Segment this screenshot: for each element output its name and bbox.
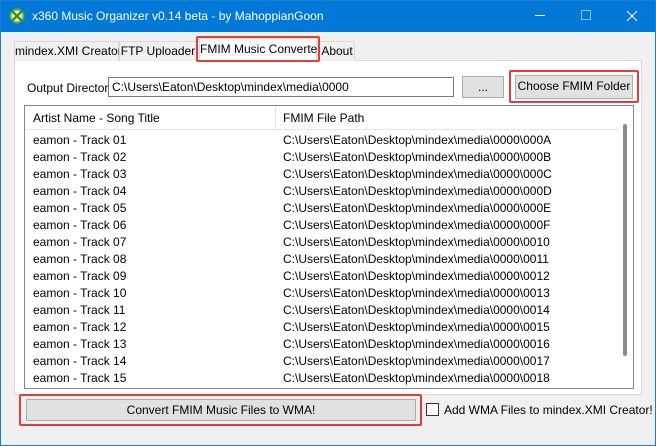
row-song-name: eamon - Track 03: [33, 167, 127, 181]
row-song-name: eamon - Track 10: [33, 286, 127, 300]
tab-ftp-uploader[interactable]: FTP Uploader: [119, 41, 197, 61]
add-wma-checkbox[interactable]: [426, 403, 439, 416]
output-directory-label: Output Directory:: [27, 81, 118, 95]
list-row[interactable]: eamon - Track 12 C:\Users\Eaton\Desktop\m…: [25, 319, 619, 336]
scrollbar-thumb[interactable]: [623, 124, 627, 356]
row-file-path: C:\Users\Eaton\Desktop\mindex\media\0000…: [283, 371, 550, 385]
tab-mindex-xmi-creator[interactable]: mindex.XMI Creator: [14, 41, 122, 61]
row-file-path: C:\Users\Eaton\Desktop\mindex\media\0000…: [283, 269, 550, 283]
add-wma-checkbox-label[interactable]: Add WMA Files to mindex.XMI Creator!: [444, 403, 653, 417]
list-row[interactable]: eamon - Track 01 C:\Users\Eaton\Desktop\m…: [25, 132, 619, 149]
column-header-artist-song[interactable]: Artist Name - Song Title: [33, 106, 160, 130]
list-row[interactable]: eamon - Track 07 C:\Users\Eaton\Desktop\m…: [25, 234, 619, 251]
row-file-path: C:\Users\Eaton\Desktop\mindex\media\0000…: [283, 354, 550, 368]
row-song-name: eamon - Track 06: [33, 218, 127, 232]
highlight-box-choose: [509, 70, 639, 103]
row-song-name: eamon - Track 08: [33, 252, 127, 266]
row-file-path: C:\Users\Eaton\Desktop\mindex\media\0000…: [283, 286, 550, 300]
row-song-name: eamon - Track 15: [33, 371, 127, 385]
list-row[interactable]: eamon - Track 11 C:\Users\Eaton\Desktop\m…: [25, 302, 619, 319]
row-file-path: C:\Users\Eaton\Desktop\mindex\media\0000…: [283, 167, 552, 181]
row-file-path: C:\Users\Eaton\Desktop\mindex\media\0000…: [283, 218, 551, 232]
window-title: x360 Music Organizer v0.14 beta - by Mah…: [32, 9, 324, 23]
highlight-box-convert: [19, 394, 422, 426]
row-file-path: C:\Users\Eaton\Desktop\mindex\media\0000…: [283, 235, 550, 249]
fmim-file-list[interactable]: Artist Name - Song Title FMIM File Path …: [24, 105, 634, 389]
list-row[interactable]: eamon - Track 09 C:\Users\Eaton\Desktop\m…: [25, 268, 619, 285]
maximize-icon: [581, 10, 591, 20]
row-song-name: eamon - Track 12: [33, 320, 127, 334]
row-song-name: eamon - Track 04: [33, 184, 127, 198]
minimize-icon: [535, 15, 545, 16]
row-file-path: C:\Users\Eaton\Desktop\mindex\media\0000…: [283, 184, 552, 198]
list-row[interactable]: eamon - Track 03 C:\Users\Eaton\Desktop\m…: [25, 166, 619, 183]
row-song-name: eamon - Track 09: [33, 269, 127, 283]
list-row[interactable]: eamon - Track 05 C:\Users\Eaton\Desktop\m…: [25, 200, 619, 217]
row-song-name: eamon - Track 05: [33, 201, 127, 215]
row-song-name: eamon - Track 01: [33, 133, 127, 147]
row-file-path: C:\Users\Eaton\Desktop\mindex\media\0000…: [283, 252, 549, 266]
list-header: Artist Name - Song Title FMIM File Path: [25, 106, 619, 130]
column-separator[interactable]: [275, 106, 276, 130]
list-row[interactable]: eamon - Track 06 C:\Users\Eaton\Desktop\m…: [25, 217, 619, 234]
maximize-button[interactable]: [563, 1, 609, 31]
highlight-box-tab: [196, 36, 320, 62]
close-icon: [626, 10, 638, 22]
xbox-logo-icon: [9, 8, 25, 24]
title-bar[interactable]: x360 Music Organizer v0.14 beta - by Mah…: [1, 1, 655, 32]
list-row[interactable]: eamon - Track 08 C:\Users\Eaton\Desktop\m…: [25, 251, 619, 268]
minimize-button[interactable]: [517, 1, 563, 31]
row-song-name: eamon - Track 11: [33, 303, 126, 317]
list-row[interactable]: eamon - Track 14 C:\Users\Eaton\Desktop\m…: [25, 353, 619, 370]
row-file-path: C:\Users\Eaton\Desktop\mindex\media\0000…: [283, 303, 550, 317]
row-song-name: eamon - Track 14: [33, 354, 127, 368]
vertical-scrollbar[interactable]: [619, 106, 633, 388]
browse-button[interactable]: ...: [462, 76, 504, 98]
row-song-name: eamon - Track 07: [33, 235, 127, 249]
row-song-name: eamon - Track 13: [33, 337, 127, 351]
list-rows: eamon - Track 01 C:\Users\Eaton\Desktop\m…: [25, 132, 619, 387]
row-file-path: C:\Users\Eaton\Desktop\mindex\media\0000…: [283, 201, 552, 215]
list-row[interactable]: eamon - Track 13 C:\Users\Eaton\Desktop\m…: [25, 336, 619, 353]
list-row[interactable]: eamon - Track 04 C:\Users\Eaton\Desktop\m…: [25, 183, 619, 200]
row-file-path: C:\Users\Eaton\Desktop\mindex\media\0000…: [283, 337, 550, 351]
tab-about[interactable]: About: [319, 41, 355, 61]
row-song-name: eamon - Track 02: [33, 150, 127, 164]
column-header-fmim-path[interactable]: FMIM File Path: [283, 106, 364, 130]
list-row[interactable]: eamon - Track 10 C:\Users\Eaton\Desktop\m…: [25, 285, 619, 302]
row-file-path: C:\Users\Eaton\Desktop\mindex\media\0000…: [283, 320, 550, 334]
list-row[interactable]: eamon - Track 15 C:\Users\Eaton\Desktop\m…: [25, 370, 619, 387]
app-window: x360 Music Organizer v0.14 beta - by Mah…: [0, 0, 656, 446]
list-row[interactable]: eamon - Track 02 C:\Users\Eaton\Desktop\m…: [25, 149, 619, 166]
row-file-path: C:\Users\Eaton\Desktop\mindex\media\0000…: [283, 150, 552, 164]
output-directory-input[interactable]: [108, 77, 454, 97]
row-file-path: C:\Users\Eaton\Desktop\mindex\media\0000…: [283, 133, 552, 147]
close-button[interactable]: [609, 1, 655, 31]
